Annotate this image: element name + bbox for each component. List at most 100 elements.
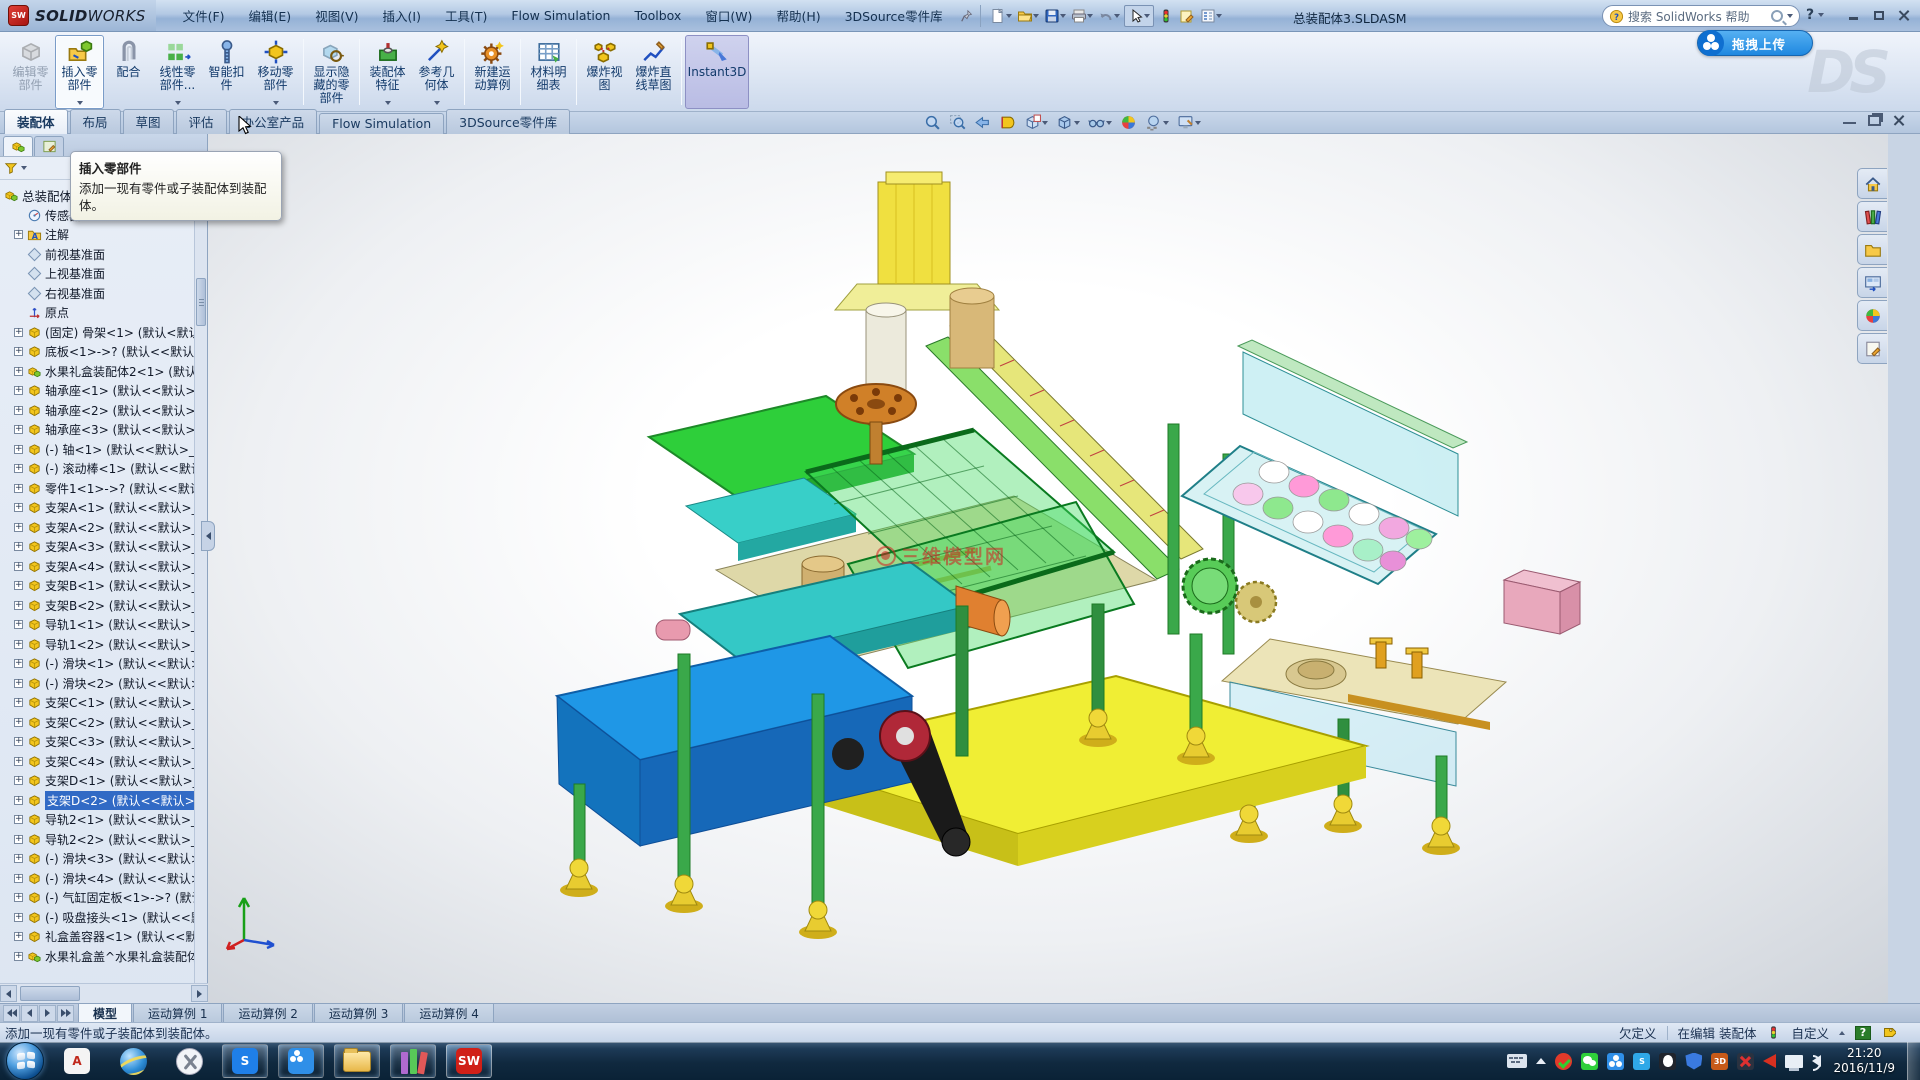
tab-评估[interactable]: 评估	[176, 109, 227, 134]
expand-plus-icon[interactable]: +	[14, 874, 23, 883]
instant3d-button[interactable]: Instant3D	[685, 35, 749, 109]
search-input[interactable]: 搜索 SolidWorks 帮助	[1628, 8, 1767, 25]
expand-plus-icon[interactable]: +	[14, 386, 23, 395]
insert-component-button[interactable]: 插入零部件	[55, 35, 104, 109]
menu-item-2[interactable]: 视图(V)	[304, 2, 369, 29]
tab-Flow Simulation[interactable]: Flow Simulation	[319, 113, 444, 134]
tree-item[interactable]: +支架B<2> (默认<<默认>_	[0, 596, 195, 616]
linear-pattern-button[interactable]: 线性零部件...	[153, 35, 202, 109]
search-dropdown-icon[interactable]	[1787, 14, 1793, 18]
tree-item[interactable]: +支架D<1> (默认<<默认>_	[0, 771, 195, 791]
scroll-left-button[interactable]	[0, 985, 17, 1002]
tree-item[interactable]: +(固定) 骨架<1> (默认<默认>	[0, 323, 195, 343]
panel-collapse-button[interactable]	[201, 521, 215, 551]
first-tab-button[interactable]	[3, 1005, 20, 1022]
open-caret-icon[interactable]	[1033, 14, 1039, 18]
tree-item[interactable]: +A注解	[0, 225, 195, 245]
prev-tab-button[interactable]	[21, 1005, 38, 1022]
menu-item-8[interactable]: 帮助(H)	[765, 2, 831, 29]
doc-minimize-icon[interactable]	[1843, 115, 1856, 124]
tree-item[interactable]: +支架C<4> (默认<<默认>_	[0, 752, 195, 772]
scroll-right-button[interactable]	[191, 985, 208, 1002]
tree-item[interactable]: +导轨2<1> (默认<<默认>_	[0, 810, 195, 830]
tree-item[interactable]: +水果礼盒装配体2<1> (默认	[0, 362, 195, 382]
scrollbar-thumb[interactable]	[20, 986, 80, 1001]
expand-plus-icon[interactable]: +	[14, 581, 23, 590]
menu-item-0[interactable]: 文件(F)	[172, 2, 236, 29]
select-button[interactable]	[1124, 5, 1154, 27]
expand-plus-icon[interactable]: +	[14, 815, 23, 824]
tree-item[interactable]: +上视基准面	[0, 264, 195, 284]
new-motion-study-button[interactable]: 新建运动算例	[468, 35, 517, 109]
tab-运动算例 2[interactable]: 运动算例 2	[223, 1003, 312, 1024]
view-settings-caret-icon[interactable]	[1195, 121, 1201, 125]
hide-show-items-button[interactable]	[1086, 113, 1114, 132]
mate-button[interactable]: 配合	[104, 35, 153, 109]
display-style-button[interactable]	[1054, 113, 1082, 132]
tree-item[interactable]: +(-) 滑块<3> (默认<<默认>	[0, 849, 195, 869]
antivirus-360-icon[interactable]	[1555, 1053, 1572, 1070]
expand-plus-icon[interactable]: +	[14, 776, 23, 785]
expand-plus-icon[interactable]: +	[14, 913, 23, 922]
rebuild-button[interactable]	[1157, 6, 1175, 26]
menu-item-4[interactable]: 工具(T)	[434, 2, 498, 29]
select-caret-icon[interactable]	[1144, 14, 1150, 18]
expand-plus-icon[interactable]: +	[14, 601, 23, 610]
solidworks-resources-button[interactable]	[1857, 168, 1887, 199]
options-caret-icon[interactable]	[1216, 14, 1222, 18]
expand-plus-icon[interactable]: +	[14, 347, 23, 356]
view-orientation-button[interactable]	[1022, 113, 1050, 132]
network-icon[interactable]	[1785, 1055, 1803, 1068]
tree-item[interactable]: +支架C<3> (默认<<默认>_	[0, 732, 195, 752]
expand-plus-icon[interactable]: +	[14, 932, 23, 941]
save-caret-icon[interactable]	[1060, 14, 1066, 18]
zoom-area-button[interactable]	[947, 113, 968, 132]
tree-item[interactable]: +右视基准面	[0, 284, 195, 304]
tree-item[interactable]: +导轨2<2> (默认<<默认>_	[0, 830, 195, 850]
last-tab-button[interactable]	[57, 1005, 74, 1022]
expand-plus-icon[interactable]: +	[14, 737, 23, 746]
tree-item[interactable]: +支架A<4> (默认<<默认>_	[0, 557, 195, 577]
insert-component-caret-icon[interactable]	[77, 101, 83, 105]
solidworks-taskbar-button[interactable]: SW	[446, 1044, 492, 1078]
expand-plus-icon[interactable]: +	[14, 445, 23, 454]
expand-plus-icon[interactable]: +	[14, 503, 23, 512]
tab-装配体[interactable]: 装配体	[4, 109, 68, 134]
expand-plus-icon[interactable]: +	[14, 230, 23, 239]
graphics-viewport[interactable]: 三维模型网	[208, 134, 1888, 1003]
design-library-button[interactable]	[1857, 201, 1887, 232]
sogou-input-icon[interactable]: S	[1633, 1053, 1650, 1070]
expand-plus-icon[interactable]: +	[14, 562, 23, 571]
tab-运动算例 1[interactable]: 运动算例 1	[133, 1003, 222, 1024]
tree-item[interactable]: +(-) 滑块<1> (默认<<默认>	[0, 654, 195, 674]
tree-item[interactable]: +导轨1<1> (默认<<默认>_	[0, 615, 195, 635]
start-button[interactable]	[6, 1042, 44, 1080]
linear-pattern-caret-icon[interactable]	[175, 101, 181, 105]
tree-item[interactable]: +轴承座<3> (默认<<默认>_	[0, 420, 195, 440]
apply-scene-button[interactable]	[1143, 113, 1171, 132]
open-button[interactable]	[1016, 6, 1040, 26]
assembly-features-caret-icon[interactable]	[385, 101, 391, 105]
expand-plus-icon[interactable]: +	[14, 952, 23, 961]
custom-properties-button[interactable]	[1857, 333, 1887, 364]
search-magnifier-icon[interactable]	[1771, 10, 1783, 22]
app-3d-icon[interactable]: 3D	[1711, 1053, 1728, 1070]
autocad-taskbar-button[interactable]: A	[54, 1044, 100, 1078]
tree-item[interactable]: +(-) 滑块<2> (默认<<默认>	[0, 674, 195, 694]
tab-运动算例 4[interactable]: 运动算例 4	[404, 1003, 493, 1024]
browser-globe-taskbar-button[interactable]	[110, 1044, 156, 1078]
restore-button[interactable]	[1870, 8, 1887, 22]
close-button[interactable]	[1895, 8, 1912, 22]
scrollbar-thumb[interactable]	[196, 278, 206, 326]
appearances-button[interactable]	[1857, 300, 1887, 331]
status-help-button[interactable]: ?	[1855, 1026, 1871, 1040]
expand-plus-icon[interactable]: +	[14, 757, 23, 766]
expand-plus-icon[interactable]: +	[14, 425, 23, 434]
print-caret-icon[interactable]	[1087, 14, 1093, 18]
doc-restore-icon[interactable]	[1868, 115, 1881, 126]
apply-scene-caret-icon[interactable]	[1163, 121, 1169, 125]
qq-icon[interactable]	[1659, 1053, 1676, 1070]
section-view-button[interactable]	[997, 113, 1018, 132]
expand-plus-icon[interactable]: +	[14, 659, 23, 668]
tab-模型[interactable]: 模型	[78, 1003, 132, 1024]
